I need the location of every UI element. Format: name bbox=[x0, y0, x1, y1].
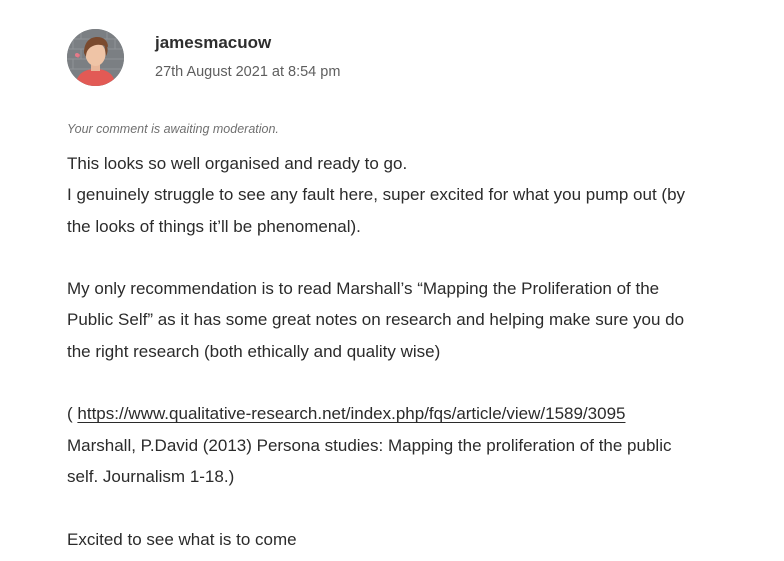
comment-line: the right research (both ethically and q… bbox=[67, 341, 441, 361]
reference-link[interactable]: https://www.qualitative-research.net/ind… bbox=[77, 404, 625, 423]
comment-line: This looks so well organised and ready t… bbox=[67, 154, 408, 173]
comment-line: My only recommendation is to read Marsha… bbox=[67, 279, 660, 299]
comment-line: Public Self” as it has some great notes … bbox=[67, 310, 685, 330]
comment-line: self. Journalism 1-18.) bbox=[67, 466, 235, 486]
comment-line: Marshall, P.David (2013) Persona studies… bbox=[67, 435, 672, 455]
user-avatar-icon bbox=[67, 29, 124, 86]
comment-date-link[interactable]: 27th August 2021 at 8:54 pm bbox=[155, 64, 340, 80]
comment-body: This looks so well organised and ready t… bbox=[67, 148, 757, 555]
comment-author[interactable]: jamesmacuow bbox=[155, 33, 271, 53]
comment-line: the looks of things it’ll be phenomenal)… bbox=[67, 216, 361, 236]
comment-line: Excited to see what is to come bbox=[67, 529, 297, 549]
comment: jamesmacuow 27th August 2021 at 8:54 pm … bbox=[0, 0, 784, 561]
moderation-notice: Your comment is awaiting moderation. bbox=[67, 122, 279, 136]
avatar[interactable] bbox=[67, 29, 124, 86]
reference-prefix: ( bbox=[67, 404, 78, 424]
reference-line: ( https://www.qualitative-research.net/i… bbox=[67, 398, 757, 429]
comment-line: I genuinely struggle to see any fault he… bbox=[67, 185, 686, 205]
